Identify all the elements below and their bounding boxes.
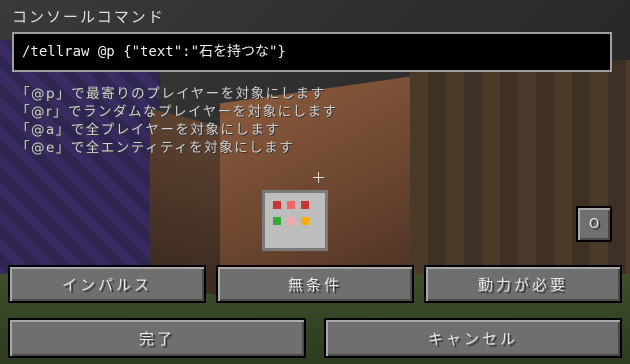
unconditional-button[interactable]: 無条件 (216, 265, 414, 303)
help-line-p: 「@p」で最寄りのプレイヤーを対象にします (16, 86, 326, 102)
command-block-panel (262, 190, 328, 251)
background-purple-block (0, 40, 160, 280)
panel-dot-orange (301, 217, 309, 225)
panel-dot-red (273, 201, 281, 209)
help-line-r: 「@r」でランダムなプレイヤーを対象にします (16, 104, 338, 120)
needs-redstone-button[interactable]: 動力が必要 (424, 265, 622, 303)
panel-dot-red (287, 201, 295, 209)
command-input[interactable]: /tellraw @p {"text":"石を持つな"} (12, 32, 612, 72)
dialog-title: コンソールコマンド (12, 8, 165, 26)
help-line-a: 「@a」で全プレイヤーを対象にします (16, 122, 281, 138)
panel-dot-pink (287, 217, 295, 225)
crosshair-icon (313, 172, 324, 183)
impulse-button[interactable]: インパルス (8, 265, 206, 303)
panel-dot-green (273, 217, 281, 225)
cancel-button[interactable]: キャンセル (324, 318, 622, 358)
track-output-button[interactable]: O (576, 206, 612, 242)
panel-dot-red (301, 201, 309, 209)
help-line-e: 「@e」で全エンティティを対象にします (16, 140, 295, 156)
done-button[interactable]: 完了 (8, 318, 306, 358)
